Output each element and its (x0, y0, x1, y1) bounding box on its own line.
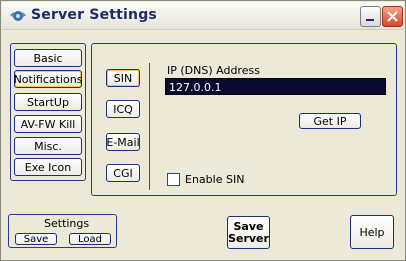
method-icq-button[interactable]: ICQ (106, 100, 140, 118)
close-icon (387, 11, 398, 22)
enable-sin-label: Enable SIN (185, 173, 245, 186)
nav-notifications-button[interactable]: Notifications (14, 70, 82, 88)
method-email-button[interactable]: E-Mail (106, 133, 140, 151)
nav-startup-button[interactable]: StartUp (14, 93, 82, 111)
minimize-button[interactable] (360, 6, 381, 27)
method-sin-button[interactable]: SIN (106, 69, 140, 87)
server-settings-window: Server Settings Basic Notifications Star… (0, 0, 406, 261)
settings-group-label: Settings (44, 217, 90, 230)
method-divider (149, 63, 150, 190)
settings-save-button[interactable]: Save (15, 233, 57, 245)
ip-address-input[interactable]: 127.0.0.1 (165, 78, 386, 95)
nav-misc-button[interactable]: Misc. (14, 137, 82, 155)
save-server-button[interactable]: Save Server (227, 216, 270, 249)
nav-basic-button[interactable]: Basic (14, 49, 82, 67)
minimize-icon (366, 19, 374, 21)
method-cgi-button[interactable]: CGI (106, 164, 140, 182)
save-server-line1: Save (233, 219, 264, 233)
ip-address-label: IP (DNS) Address (167, 64, 260, 77)
enable-sin-checkbox[interactable] (167, 173, 180, 186)
help-button[interactable]: Help (350, 215, 394, 249)
save-server-line2: Server (228, 231, 269, 245)
settings-load-button[interactable]: Load (69, 233, 111, 245)
app-icon (10, 11, 26, 21)
window-title: Server Settings (31, 7, 157, 23)
nav-exe-icon-button[interactable]: Exe Icon (14, 158, 82, 176)
nav-av-fw-kill-button[interactable]: AV-FW Kill (14, 115, 82, 133)
get-ip-button[interactable]: Get IP (299, 113, 361, 129)
close-button[interactable] (382, 6, 403, 27)
title-bar[interactable]: Server Settings (2, 2, 404, 30)
